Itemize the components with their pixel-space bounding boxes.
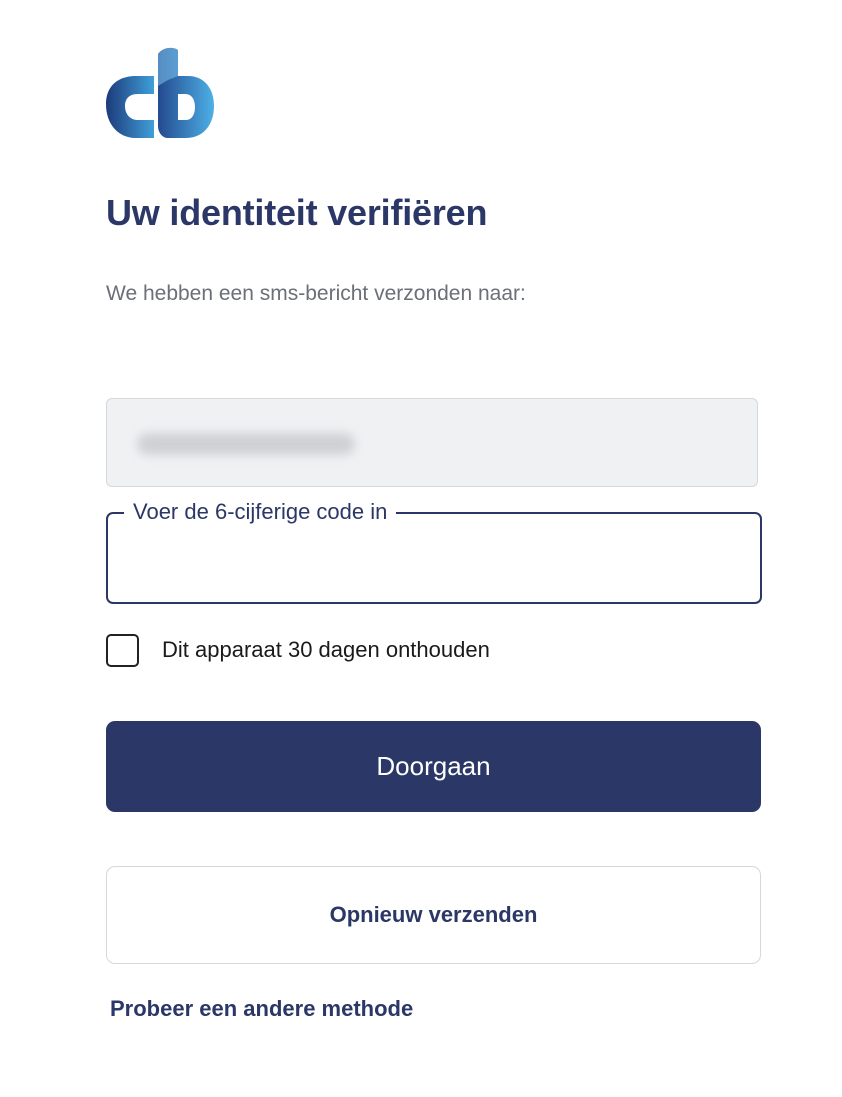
- try-other-method-link[interactable]: Probeer een andere methode: [110, 996, 413, 1022]
- code-input-field[interactable]: Voer de 6-cijferige code in: [106, 498, 762, 604]
- phone-number-redacted: [137, 433, 355, 455]
- remember-device-checkbox[interactable]: [106, 633, 139, 667]
- phone-number-field: [106, 398, 758, 487]
- resend-button[interactable]: Opnieuw verzenden: [106, 866, 761, 964]
- code-input[interactable]: [128, 536, 732, 582]
- sms-sent-message: We hebben een sms-bericht verzonden naar…: [106, 282, 526, 305]
- code-input-label: Voer de 6-cijferige code in: [124, 498, 397, 526]
- remember-device-row[interactable]: Dit apparaat 30 dagen onthouden: [106, 632, 490, 668]
- continue-button[interactable]: Doorgaan: [106, 721, 761, 812]
- remember-device-label[interactable]: Dit apparaat 30 dagen onthouden: [162, 637, 490, 663]
- page-title: Uw identiteit verifiëren: [106, 192, 488, 233]
- cb-logo-icon: [106, 47, 214, 139]
